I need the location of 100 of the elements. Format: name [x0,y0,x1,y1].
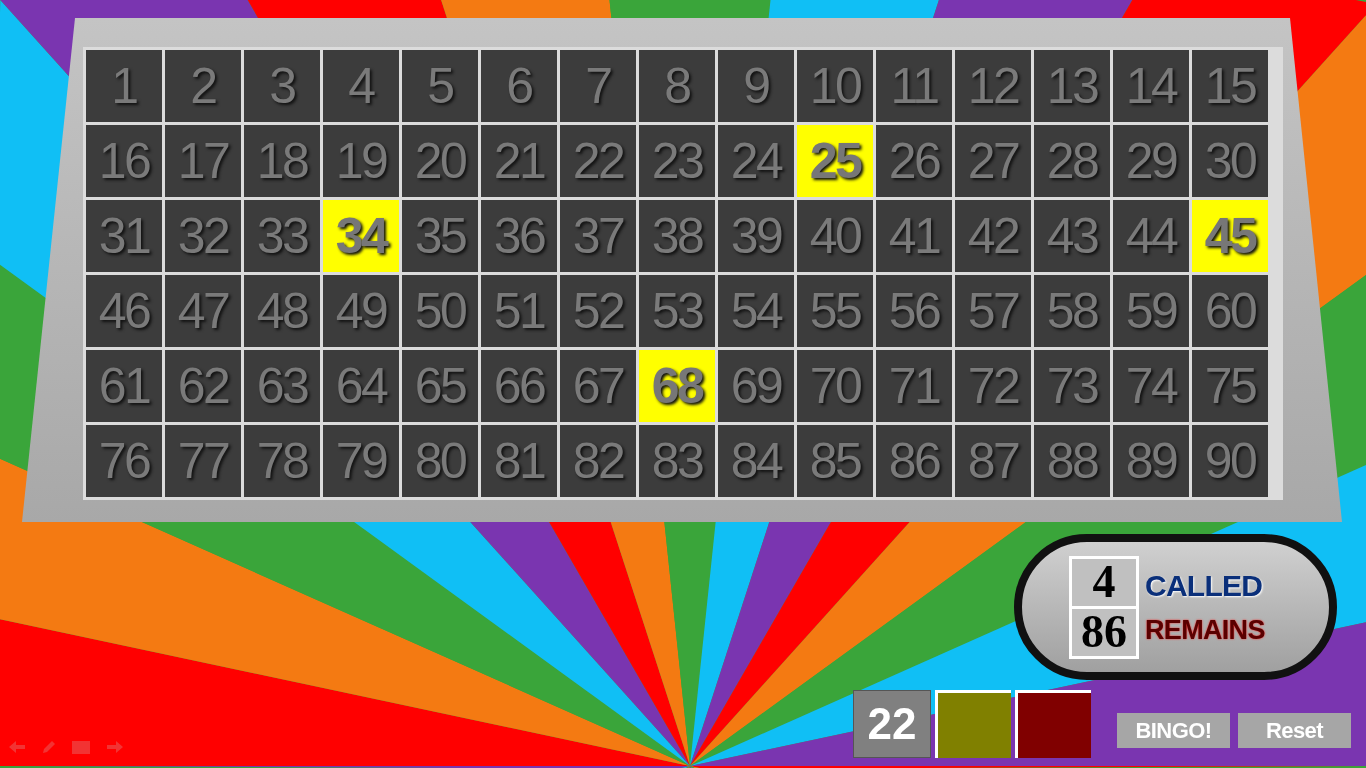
number-cell: 66 [481,350,557,422]
number-cell: 61 [86,350,162,422]
forward-arrow-icon[interactable] [106,740,124,754]
number-cell: 33 [244,200,320,272]
number-cell: 18 [244,125,320,197]
number-cell: 80 [402,425,478,497]
number-cell: 2 [165,50,241,122]
number-cell: 53 [639,275,715,347]
number-cell: 63 [244,350,320,422]
number-cell: 82 [560,425,636,497]
number-cell: 39 [718,200,794,272]
number-cell: 28 [1034,125,1110,197]
number-cell: 4 [323,50,399,122]
number-cell: 68 [639,350,715,422]
menu-icon[interactable] [72,740,90,754]
number-cell: 7 [560,50,636,122]
number-cell: 56 [876,275,952,347]
number-cell: 10 [797,50,873,122]
number-cell: 55 [797,275,873,347]
number-cell: 75 [1192,350,1268,422]
number-cell: 45 [1192,200,1268,272]
remaining-label: REMAINS [1145,616,1265,644]
number-cell: 44 [1113,200,1189,272]
back-arrow-icon[interactable] [8,740,26,754]
number-cell: 38 [639,200,715,272]
number-cell: 50 [402,275,478,347]
called-count: 4 [1072,558,1136,606]
number-cell: 1 [86,50,162,122]
number-cell: 81 [481,425,557,497]
number-cell: 3 [244,50,320,122]
called-label: CALLED [1145,570,1264,601]
number-cell: 30 [1192,125,1268,197]
number-cell: 5 [402,50,478,122]
number-cell: 65 [402,350,478,422]
number-cell: 86 [876,425,952,497]
number-cell: 77 [165,425,241,497]
number-cell: 26 [876,125,952,197]
number-cell: 67 [560,350,636,422]
number-cell: 14 [1113,50,1189,122]
number-cell: 88 [1034,425,1110,497]
number-cell: 62 [165,350,241,422]
number-cell: 32 [165,200,241,272]
number-cell: 84 [718,425,794,497]
number-cell: 21 [481,125,557,197]
number-cell: 6 [481,50,557,122]
number-cell: 49 [323,275,399,347]
number-cell: 17 [165,125,241,197]
number-cell: 43 [1034,200,1110,272]
number-cell: 41 [876,200,952,272]
number-cell: 52 [560,275,636,347]
number-cell: 27 [955,125,1031,197]
number-cell: 11 [876,50,952,122]
number-cell: 78 [244,425,320,497]
number-cell: 57 [955,275,1031,347]
number-cell: 69 [718,350,794,422]
number-cell: 79 [323,425,399,497]
number-cell: 35 [402,200,478,272]
number-cell: 16 [86,125,162,197]
number-cell: 60 [1192,275,1268,347]
number-cell: 48 [244,275,320,347]
number-cell: 71 [876,350,952,422]
number-cell: 8 [639,50,715,122]
number-cell: 72 [955,350,1031,422]
number-cell: 22 [560,125,636,197]
number-cell: 31 [86,200,162,272]
number-cell: 73 [1034,350,1110,422]
number-cell: 64 [323,350,399,422]
remaining-count: 86 [1072,608,1136,656]
number-cell: 85 [797,425,873,497]
number-cell: 13 [1034,50,1110,122]
number-cell: 76 [86,425,162,497]
number-cell: 36 [481,200,557,272]
number-cell: 15 [1192,50,1268,122]
number-cell: 24 [718,125,794,197]
number-cell: 89 [1113,425,1189,497]
number-cell: 47 [165,275,241,347]
number-cell: 12 [955,50,1031,122]
number-cell: 42 [955,200,1031,272]
number-cell: 70 [797,350,873,422]
number-cell: 46 [86,275,162,347]
number-cell: 34 [323,200,399,272]
action-button[interactable]: Reset [1238,713,1351,748]
action-button[interactable]: BINGO! [1117,713,1230,748]
number-cell: 59 [1113,275,1189,347]
pencil-icon[interactable] [42,740,56,754]
number-cell: 37 [560,200,636,272]
number-cell: 51 [481,275,557,347]
number-cell: 54 [718,275,794,347]
current-number: 22 [853,690,931,758]
number-cell: 40 [797,200,873,272]
number-cell: 9 [718,50,794,122]
number-cell: 29 [1113,125,1189,197]
number-cell: 25 [797,125,873,197]
number-cell: 83 [639,425,715,497]
number-cell: 20 [402,125,478,197]
number-cell: 58 [1034,275,1110,347]
number-cell: 19 [323,125,399,197]
number-cell: 74 [1113,350,1189,422]
number-cell: 90 [1192,425,1268,497]
number-cell: 23 [639,125,715,197]
